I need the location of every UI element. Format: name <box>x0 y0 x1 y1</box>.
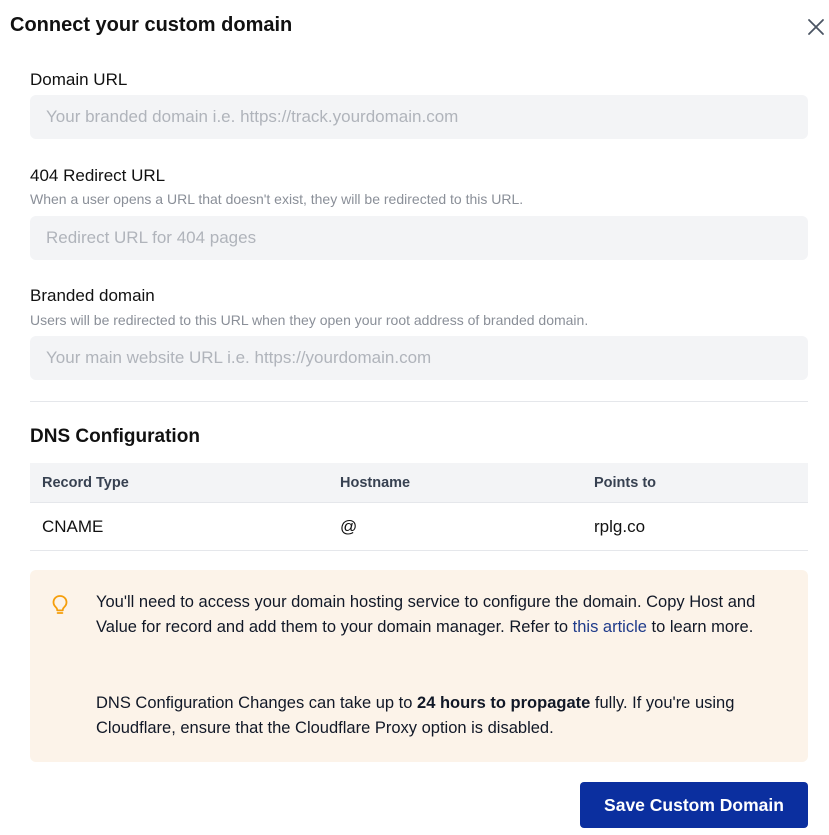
dns-section-title: DNS Configuration <box>30 426 200 447</box>
column-header-hostname: Hostname <box>340 475 411 491</box>
close-icon <box>808 19 824 35</box>
close-button[interactable] <box>803 14 829 40</box>
dns-table: Record Type Hostname Points to CNAME @ r… <box>30 463 808 551</box>
hostname-cell: @ <box>340 517 358 536</box>
info-paragraph-2: DNS Configuration Changes can take up to… <box>96 691 786 741</box>
modal-title: Connect your custom domain <box>10 14 293 36</box>
info-text-1b: to learn more. <box>646 618 754 636</box>
branded-domain-label: Branded domain <box>30 286 155 305</box>
record-type-cell: CNAME <box>42 517 104 536</box>
table-row: CNAME @ rplg.co <box>30 503 808 551</box>
points-to-cell: rplg.co <box>594 517 646 536</box>
branded-domain-help: Users will be redirected to this URL whe… <box>30 312 589 328</box>
branded-domain-input[interactable] <box>30 336 808 380</box>
lightbulb-icon <box>52 595 68 614</box>
domain-url-input[interactable] <box>30 95 808 139</box>
save-custom-domain-button[interactable]: Save Custom Domain <box>580 782 808 828</box>
info-text-2a: DNS Configuration Changes can take up to <box>96 694 418 712</box>
column-header-record-type: Record Type <box>42 475 129 491</box>
article-link[interactable]: this article <box>573 618 647 636</box>
redirect-404-help: When a user opens a URL that doesn't exi… <box>30 191 524 207</box>
info-callout: You'll need to access your domain hostin… <box>30 570 808 762</box>
dns-table-header: Record Type Hostname Points to <box>30 463 808 503</box>
column-header-points-to: Points to <box>594 475 657 491</box>
info-paragraph-1: You'll need to access your domain hostin… <box>96 590 786 640</box>
info-text-2-bold: 24 hours to propagate <box>417 694 591 712</box>
section-divider <box>30 401 808 402</box>
redirect-404-input[interactable] <box>30 216 808 260</box>
domain-url-label: Domain URL <box>30 70 128 89</box>
redirect-404-label: 404 Redirect URL <box>30 166 166 185</box>
